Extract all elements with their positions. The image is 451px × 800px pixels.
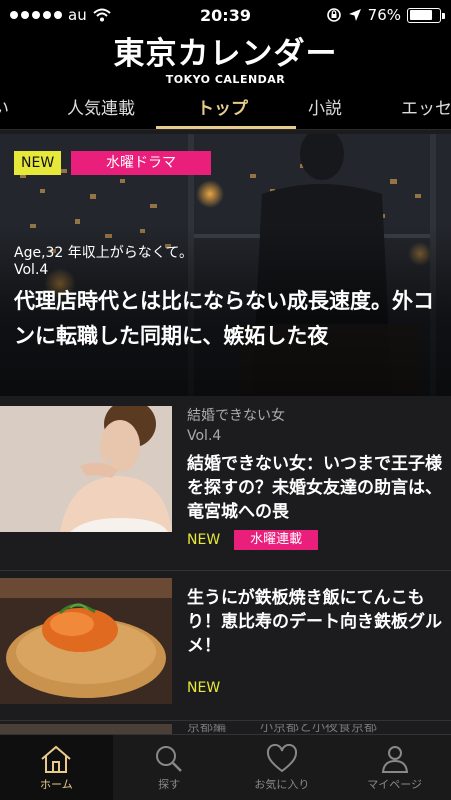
tab-novel[interactable]: 小説 [308,88,342,130]
category-tag: 水曜連載 [234,530,319,550]
home-icon [41,745,72,773]
article-thumbnail [0,724,172,734]
category-badge: 水曜ドラマ [71,151,211,175]
article-thumbnail-image [0,578,172,704]
nav-favorites[interactable]: お気に入り [226,735,339,800]
rotation-lock-icon [326,8,341,22]
battery-level [409,10,432,20]
status-right: 76% [326,6,445,24]
article-tags: NEW 水曜連載 [187,530,319,550]
new-tag: NEW [187,680,221,696]
wifi-icon [93,8,111,22]
status-bar: au 20:39 76% [0,0,451,30]
article-thumbnail-image [0,406,172,532]
person-icon [381,745,408,773]
article-title: 結婚できない女：いつまで王子様を探すの？未婚女友達の助言は、竜宮城への畏 [187,454,442,522]
article-text: 結婚できない女 Vol.4 結婚できない女：いつまで王子様を探すの？未婚女友達の… [187,406,442,524]
featured-volume: Vol.4 [14,262,49,278]
logo-subtitle: TOKYO CALENDAR [165,73,286,86]
tab-popular-series[interactable]: 人気連載 [67,88,135,130]
divider [0,570,451,571]
featured-series-name: Age,32 年収上がらなくて。 [14,245,193,261]
tab-essay[interactable]: エッセ [401,88,451,130]
nav-home-label: ホーム [40,777,73,791]
location-arrow-icon [348,9,361,21]
article-volume: Vol.4 [187,428,222,444]
heart-icon [266,743,297,772]
nav-home[interactable]: ホーム [0,735,113,800]
article-card[interactable]: 結婚できない女 Vol.4 結婚できない女：いつまで王子様を探すの？未婚女友達の… [0,406,451,566]
carrier-label: au [68,6,87,24]
nav-mypage-label: マイページ [367,777,423,791]
nav-search-label: 探す [158,777,181,791]
status-left: au [10,6,111,24]
tab-top[interactable]: トップ [197,88,248,130]
nav-favorites-label: お気に入り [254,777,310,791]
article-card[interactable]: 生うにが鉄板焼き飯にてんこもり！恵比寿のデート向き鉄板グルメ！ NEW [0,578,451,718]
app-header: 東京カレンダー TOKYO CALENDAR [0,30,451,88]
article-tags: NEW [187,678,220,698]
article-thumbnail [0,406,172,532]
tab-partial-left[interactable]: い [0,88,9,130]
nav-mypage[interactable]: マイページ [338,735,451,800]
battery-icon [407,7,445,23]
article-series-name: 結婚できない女 [187,408,285,424]
signal-strength-icon [10,11,62,19]
new-badge: NEW [14,151,62,175]
featured-article-title: 代理店時代とは比にならない成長速度。外コンに転職した同期に、嫉妬した夜 [14,289,434,348]
article-text: 生うにが鉄板焼き飯にてんこもり！恵比寿のデート向き鉄板グルメ！ [187,586,442,658]
featured-article-overlay [0,134,451,396]
category-tab-bar: い 人気連載 トップ 小説 エッセ [0,88,451,130]
article-thumbnail [0,578,172,704]
article-title: 小京都と小夜食京都 [260,724,378,734]
nav-search[interactable]: 探す [113,735,226,800]
article-series-name: 京都編 [187,724,227,734]
article-title: 生うにが鉄板焼き飯にてんこもり！恵比寿のデート向き鉄板グルメ！ [187,588,442,656]
article-card-partial[interactable]: 京都編 小京都と小夜食京都 [0,724,451,734]
divider [0,720,451,721]
bottom-navigation: ホーム 探す お気に入り マイページ [0,734,451,800]
new-tag: NEW [187,532,221,548]
featured-article[interactable]: NEW 水曜ドラマ Age,32 年収上がらなくて。 Vol.4 代理店時代とは… [0,134,451,396]
search-icon [156,745,183,772]
active-tab-indicator [156,126,296,129]
logo-title: 東京カレンダー [113,36,338,72]
battery-percent: 76% [367,6,401,24]
